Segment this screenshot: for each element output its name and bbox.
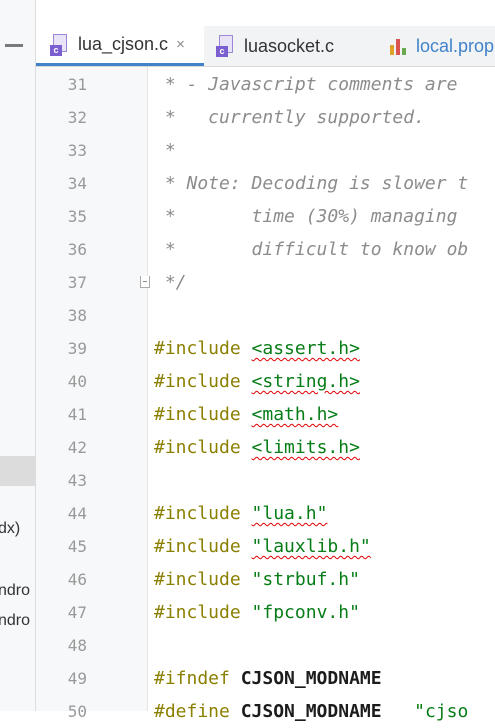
code-text[interactable]: * difficult to know ob <box>154 233 468 266</box>
line-number: 32 <box>67 108 87 127</box>
line-number: 43 <box>67 471 87 490</box>
code-token: "lauxlib.h" <box>251 536 371 557</box>
line-number: 44 <box>67 504 87 523</box>
code-line[interactable]: 46 #include "strbuf.h" <box>0 563 495 596</box>
code-token: "strbuf.h" <box>251 569 360 590</box>
code-line[interactable]: 39 #include <assert.h> <box>0 332 495 365</box>
code-token: #include <box>154 338 252 359</box>
code-line[interactable]: 45 #include "lauxlib.h" <box>0 530 495 563</box>
tab-label: luasocket.c <box>244 35 335 56</box>
code-text[interactable]: * - Javascript comments are <box>154 68 458 101</box>
code-text[interactable]: * currently supported. <box>154 101 425 134</box>
line-number: 42 <box>67 438 87 457</box>
code-token: <limits.h> <box>251 437 360 458</box>
code-token: #include <box>154 569 252 590</box>
line-number: 36 <box>67 240 87 259</box>
code-text[interactable]: * time (30%) managing <box>154 200 458 233</box>
code-token: "cjso <box>381 701 469 722</box>
close-icon[interactable]: × <box>176 36 185 53</box>
code-text[interactable]: * <box>154 134 176 167</box>
line-number: 33 <box>67 141 87 160</box>
code-line[interactable]: 42 #include <limits.h> <box>0 431 495 464</box>
code-text[interactable]: #include "strbuf.h" <box>154 563 360 596</box>
code-line[interactable]: 50 #define CJSON_MODNAME "cjso <box>0 695 495 728</box>
line-number: 34 <box>67 174 87 193</box>
code-text[interactable]: #include "fpconv.h" <box>154 596 360 629</box>
code-line[interactable]: 49 #ifndef CJSON_MODNAME <box>0 662 495 695</box>
code-text[interactable]: #include <assert.h> <box>154 332 360 365</box>
tab-label: lua_cjson.c <box>78 34 169 54</box>
code-text[interactable]: #include "lauxlib.h" <box>154 530 371 563</box>
code-line[interactable]: 43 <box>0 464 495 497</box>
code-token: #include <box>154 404 252 425</box>
line-number: 49 <box>67 669 87 688</box>
code-text[interactable]: */ <box>154 266 187 299</box>
code-token: */ <box>154 272 187 293</box>
code-token: #include <box>154 536 252 557</box>
code-line[interactable]: 31 * - Javascript comments are <box>0 68 495 101</box>
line-number: 50 <box>67 702 87 721</box>
line-number: 40 <box>67 372 87 391</box>
code-text[interactable]: #define CJSON_MODNAME "cjso <box>154 695 468 728</box>
code-text[interactable]: * Note: Decoding is slower t <box>154 167 468 200</box>
editor-tab-bar: c lua_cjson.c × c luasocket.c local.prop <box>36 26 495 67</box>
line-number: 31 <box>67 75 87 94</box>
code-token: <math.h> <box>251 404 339 425</box>
minimize-icon[interactable] <box>5 44 23 47</box>
code-text[interactable]: #include <math.h> <box>154 398 338 431</box>
code-line[interactable]: 32 * currently supported. <box>0 101 495 134</box>
tab-local-prop[interactable]: local.prop <box>388 26 494 66</box>
code-token: * currently supported. <box>154 107 425 128</box>
code-text[interactable]: #include <limits.h> <box>154 431 360 464</box>
line-number: 48 <box>67 636 87 655</box>
code-line[interactable]: 34 * Note: Decoding is slower t <box>0 167 495 200</box>
code-line[interactable]: 41 #include <math.h> <box>0 398 495 431</box>
code-line[interactable]: 48 <box>0 629 495 662</box>
code-token: #include <box>154 371 252 392</box>
line-number: 47 <box>67 603 87 622</box>
code-line[interactable]: 38 <box>0 299 495 332</box>
code-line[interactable]: 44 #include "lua.h" <box>0 497 495 530</box>
code-line[interactable]: 47 #include "fpconv.h" <box>0 596 495 629</box>
code-line[interactable]: 33 * <box>0 134 495 167</box>
code-token: * Note: Decoding is slower t <box>154 173 469 194</box>
line-number: 41 <box>67 405 87 424</box>
code-token: #define <box>154 701 241 722</box>
c-file-icon: c <box>216 35 236 57</box>
line-number: 46 <box>67 570 87 589</box>
code-text[interactable]: #include "lua.h" <box>154 497 327 530</box>
code-line[interactable]: 40 #include <string.h> <box>0 365 495 398</box>
line-number: 45 <box>67 537 87 556</box>
tab-label: local.prop <box>416 35 495 56</box>
code-token: #ifndef <box>154 668 241 689</box>
code-line[interactable]: 36 * difficult to know ob <box>0 233 495 266</box>
tab-lua-cjson[interactable]: c lua_cjson.c × <box>36 26 204 66</box>
line-number: 39 <box>67 339 87 358</box>
code-token: "fpconv.h" <box>251 602 360 623</box>
c-file-icon: c <box>50 33 70 56</box>
code-line[interactable]: 37 */ <box>0 266 495 299</box>
code-token: * <box>154 140 176 161</box>
code-token: CJSON_MODNAME <box>240 701 382 722</box>
code-token: "lua.h" <box>251 503 328 524</box>
code-line[interactable]: 35 * time (30%) managing <box>0 200 495 233</box>
tab-luasocket[interactable]: c luasocket.c <box>216 26 334 66</box>
code-token: CJSON_MODNAME <box>240 668 382 689</box>
line-number: 38 <box>67 306 87 325</box>
code-token: * - Javascript comments are <box>154 74 458 95</box>
code-token: * difficult to know ob <box>154 239 469 260</box>
line-number: 37 <box>67 273 87 292</box>
properties-file-icon <box>388 35 408 57</box>
code-token: #include <box>154 503 252 524</box>
code-token: <assert.h> <box>251 338 360 359</box>
code-token: <string.h> <box>251 371 360 392</box>
code-text[interactable]: #ifndef CJSON_MODNAME <box>154 662 382 695</box>
code-text[interactable]: #include <string.h> <box>154 365 360 398</box>
code-token: #include <box>154 437 252 458</box>
line-number: 35 <box>67 207 87 226</box>
code-token: #include <box>154 602 252 623</box>
code-token: * time (30%) managing <box>154 206 458 227</box>
